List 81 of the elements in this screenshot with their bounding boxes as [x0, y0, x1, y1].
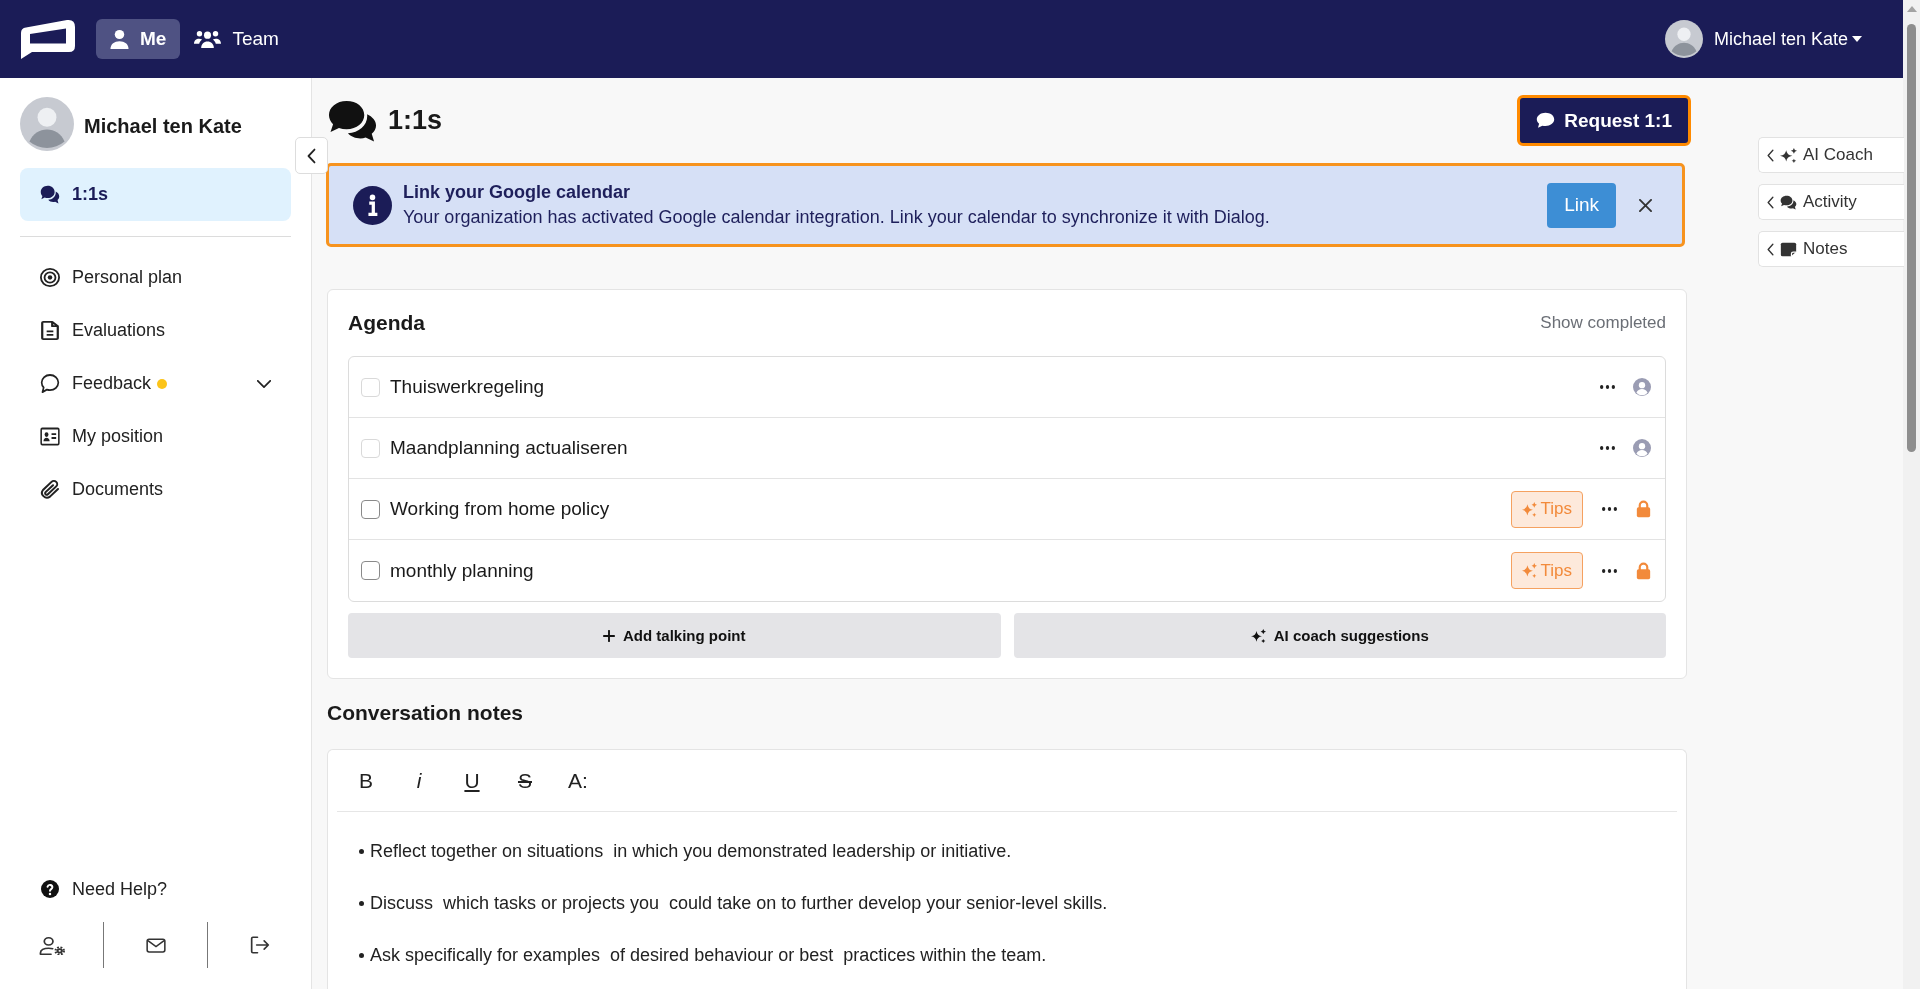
note-bullet-text: Reflect together on situations in which you demonstrated leadership or initiative.: [370, 840, 1012, 862]
ai-suggestions-button[interactable]: AI coach suggestions: [1013, 613, 1666, 658]
text-size-button[interactable]: A:: [563, 763, 593, 798]
more-icon[interactable]: [1602, 568, 1617, 573]
agenda-item-title: Maandplanning actualiseren: [390, 437, 628, 459]
bullet-icon: [359, 848, 364, 854]
strikethrough-button[interactable]: S: [510, 763, 540, 798]
banner-title: Link your Google calendar: [403, 182, 631, 203]
sidebar-item[interactable]: Documents: [20, 463, 291, 516]
close-icon[interactable]: [1639, 198, 1652, 212]
sidebar-item[interactable]: Personal plan: [20, 251, 291, 304]
sidebar-item[interactable]: Feedback: [20, 357, 291, 410]
agenda-item-title: Working from home policy: [390, 498, 610, 520]
checkbox[interactable]: [361, 499, 380, 519]
chevron-left-icon: [1767, 195, 1774, 209]
nav-tab[interactable]: Me: [96, 19, 181, 59]
lock-icon: [1636, 500, 1651, 518]
chat-bubbles-icon: [1780, 194, 1797, 210]
speech-bubble-icon: [1536, 112, 1556, 129]
underline-button[interactable]: U: [457, 763, 487, 798]
page-title: 1:1s: [388, 105, 443, 136]
logo-icon[interactable]: [20, 19, 76, 59]
bullet-icon: [359, 952, 364, 958]
person-icon: [110, 29, 129, 49]
notes-title: Conversation notes: [327, 700, 524, 725]
side-panel-tab[interactable]: AI Coach: [1758, 137, 1904, 173]
sidebar-collapse-button[interactable]: [295, 137, 328, 174]
avatar-icon: [20, 97, 74, 151]
chevron-left-icon: [307, 147, 316, 164]
nav-tab[interactable]: Team: [180, 19, 293, 59]
bold-button[interactable]: B: [351, 763, 381, 798]
caret-down-icon: [1852, 36, 1862, 42]
id-card-icon: [40, 427, 60, 446]
italic-button[interactable]: i: [404, 763, 434, 798]
logout-icon[interactable]: [249, 936, 270, 954]
user-settings-icon[interactable]: [38, 935, 65, 955]
chat-bubbles-icon: [327, 98, 378, 143]
speech-bubble-icon: [40, 374, 60, 393]
target-icon: [40, 268, 60, 287]
sidebar-item[interactable]: Evaluations: [20, 304, 291, 357]
more-icon[interactable]: [1600, 385, 1615, 389]
people-icon: [194, 30, 222, 48]
avatar-icon: [1664, 20, 1703, 58]
more-icon[interactable]: [1602, 507, 1617, 511]
sticky-note-icon: [1780, 241, 1797, 257]
side-panel-tab[interactable]: Activity: [1758, 184, 1904, 220]
person-avatar-icon: [1633, 439, 1651, 457]
show-completed-link[interactable]: Show completed: [1540, 313, 1666, 333]
help-link[interactable]: Need Help?: [20, 869, 168, 909]
request-button[interactable]: Request 1:1: [1517, 95, 1691, 146]
lock-icon: [1636, 561, 1651, 580]
agenda-title: Agenda: [348, 311, 425, 335]
sidebar-item[interactable]: 1:1s: [20, 168, 291, 221]
sparkles-icon: [1521, 501, 1537, 517]
chat-bubbles-icon: [40, 185, 60, 204]
help-icon: [41, 880, 59, 898]
note-bullet-text: Ask specifically for examples of desired behaviour or best practices within the team.: [370, 944, 1047, 966]
chevron-left-icon: [1767, 242, 1774, 256]
document-icon: [40, 321, 60, 340]
more-icon[interactable]: [1600, 446, 1615, 450]
sparkles-icon: [1521, 563, 1537, 578]
checkbox[interactable]: [361, 561, 380, 580]
bullet-icon: [359, 900, 364, 906]
agenda-item-title: monthly planning: [390, 559, 534, 582]
info-icon: [353, 185, 392, 225]
banner-text: Your organization has activated Google calendar integration. Link your calendar to synchronize it with Dialog.: [403, 207, 1270, 228]
sparkles-icon: [1250, 628, 1266, 643]
agenda-item-title: Thuiswerkregeling: [390, 376, 545, 398]
mail-icon[interactable]: [145, 937, 166, 953]
chevron-left-icon: [1767, 148, 1774, 162]
paperclip-icon: [40, 480, 60, 499]
user-menu-button[interactable]: Michael ten Kate: [1713, 28, 1862, 50]
side-panel-tab[interactable]: Notes: [1758, 231, 1904, 267]
sparkles-icon: [1780, 147, 1797, 163]
note-bullet-text: Discuss which tasks or projects you could take on to further develop your senior-level skills.: [370, 892, 1108, 914]
person-avatar-icon: [1633, 378, 1651, 396]
plus-icon: [603, 629, 615, 642]
profile-name: Michael ten Kate: [84, 114, 242, 138]
add-talking-point-button[interactable]: Add talking point: [348, 613, 1001, 658]
scrollbar-thumb[interactable]: [1907, 24, 1916, 452]
sidebar-item[interactable]: My position: [20, 410, 291, 463]
